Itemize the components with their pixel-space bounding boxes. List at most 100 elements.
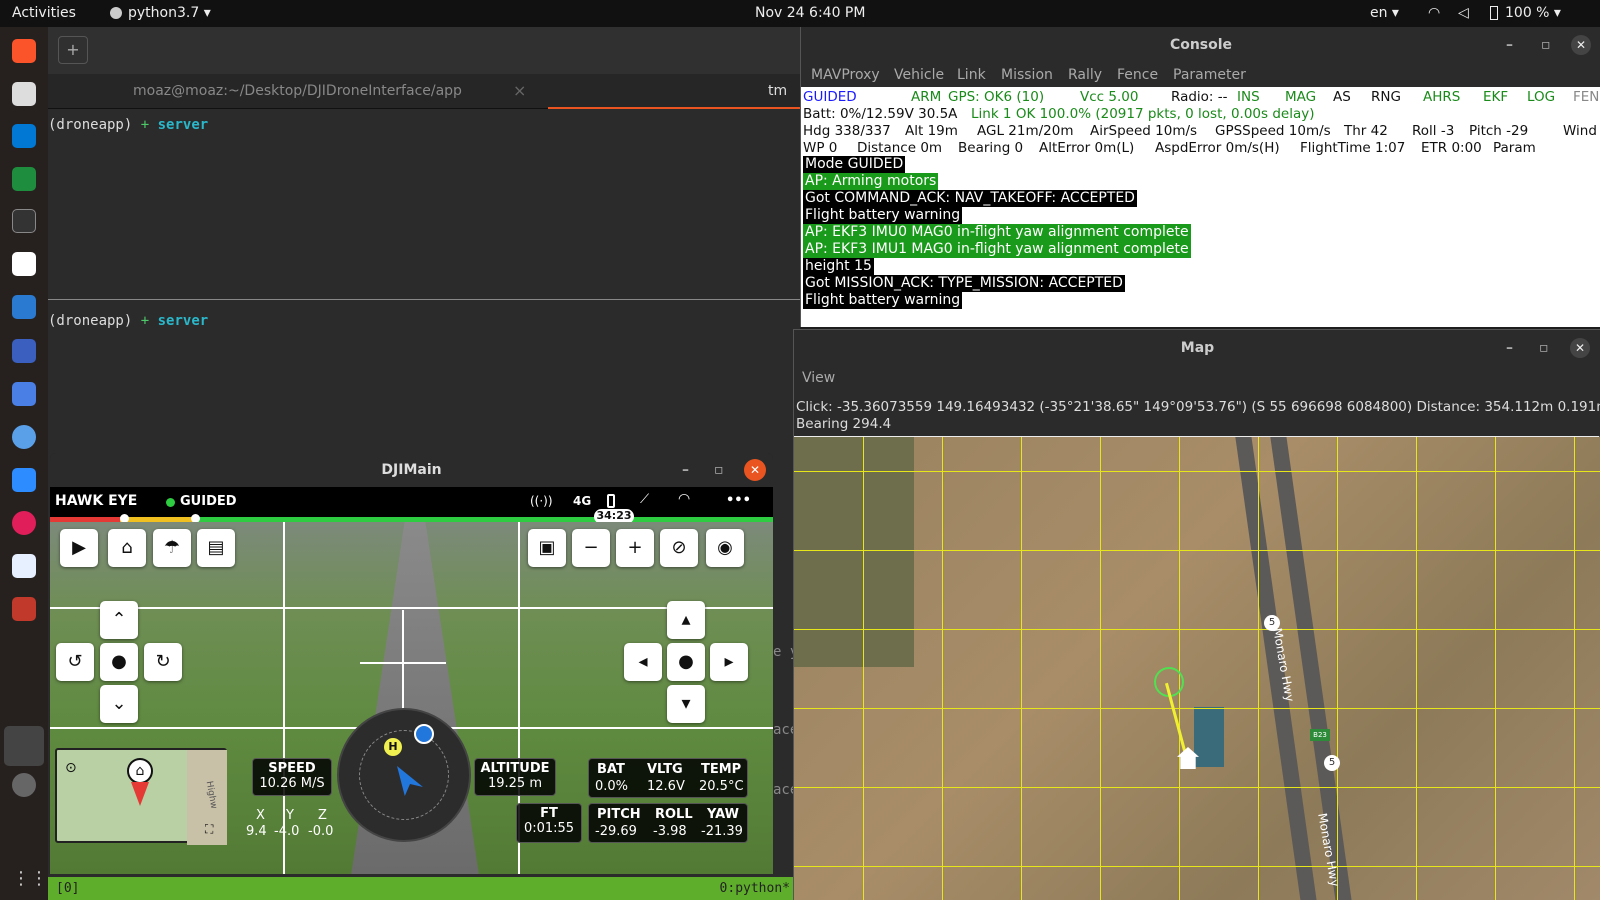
log-line: Got MISSION_ACK: TYPE_MISSION: ACCEPTED [803, 275, 1125, 292]
agl-readout: AGL 21m/20m [977, 123, 1074, 139]
menu-mavproxy[interactable]: MAVProxy [811, 67, 880, 83]
forward-button[interactable]: ▴ [667, 601, 705, 639]
battery-status[interactable]: 100 % ▾ [1505, 5, 1561, 21]
speed-panel: SPEED 10.26 M/S [252, 758, 332, 796]
top-bar: Activities python3.7 ▾ Nov 24 6:40 PM en… [0, 0, 1600, 27]
flight-mode: GUIDED [180, 494, 237, 509]
terminal-icon[interactable] [12, 209, 36, 233]
menu-vehicle[interactable]: Vehicle [894, 67, 944, 83]
log-line: Got COMMAND_ACK: NAV_TAKEOFF: ACCEPTED [803, 190, 1137, 207]
backward-button[interactable]: ▾ [667, 685, 705, 723]
slack-icon[interactable] [12, 511, 36, 535]
xmind-icon[interactable] [12, 597, 36, 621]
crosshair [360, 662, 446, 664]
tmux-status-bar: [0] 0:python* [48, 877, 800, 900]
wifi-icon[interactable]: ◠ [1428, 5, 1440, 21]
screenshot-icon[interactable] [12, 382, 36, 406]
satellite-map[interactable]: Monaro Hwy Monaro Hwy 5 5 B23 [794, 437, 1600, 900]
vscode-icon[interactable] [12, 124, 36, 148]
activities-button[interactable]: Activities [12, 5, 76, 21]
volume-icon[interactable]: ◁ [1458, 5, 1469, 21]
close-icon[interactable]: ✕ [744, 459, 766, 481]
app-grid-icon[interactable]: ⋮⋮ [12, 868, 48, 892]
minimize-icon[interactable]: – [1506, 27, 1513, 63]
close-icon[interactable]: ✕ [1571, 35, 1591, 55]
flight-time-panel: FT 0:01:55 [516, 803, 582, 843]
home-point-icon: H [384, 738, 402, 756]
pitch-value: -29.69 [595, 824, 637, 839]
grid-line [1100, 437, 1101, 900]
rotate-left-button[interactable]: ↺ [56, 643, 94, 681]
close-icon[interactable]: ✕ [1570, 338, 1590, 358]
camera-off-button[interactable]: ⊘ [660, 529, 698, 567]
ins-status: INS [1237, 89, 1260, 105]
files-icon[interactable] [12, 82, 36, 106]
menu-fence[interactable]: Fence [1117, 67, 1158, 83]
tmux-window[interactable]: 0:python* [720, 877, 790, 900]
pane-divider[interactable] [48, 299, 800, 300]
click-coordinates: Click: -35.36073559 149.16493432 (-35°21… [796, 399, 1600, 415]
camera-button[interactable]: ◉ [706, 529, 744, 567]
minimize-icon[interactable]: – [1506, 330, 1513, 366]
mini-map[interactable]: Highw ⊙ ⌂ ⛶ [55, 748, 227, 845]
minimize-icon[interactable]: – [682, 453, 689, 487]
maximize-icon[interactable]: ▫ [714, 453, 724, 487]
mode-indicator-dot [166, 498, 175, 507]
zoom-icon[interactable] [12, 468, 36, 492]
menu-parameter[interactable]: Parameter [1173, 67, 1246, 83]
brave-icon[interactable] [12, 39, 36, 63]
temp-label: TEMP [701, 762, 742, 777]
clock[interactable]: Nov 24 6:40 PM [755, 5, 865, 21]
editor-icon[interactable] [12, 554, 36, 578]
parachute-land-button[interactable]: ☂ [153, 529, 191, 567]
y-value: -4.0 [274, 824, 300, 839]
heading-readout: Hdg 338/337 [803, 123, 891, 139]
app-menu[interactable]: python3.7 ▾ [128, 5, 211, 21]
ascend-button[interactable]: ⌃ [100, 601, 138, 639]
altitude-center-button[interactable]: ● [100, 643, 138, 681]
menu-link[interactable]: Link [957, 67, 986, 83]
terminal-tab-title[interactable]: moaz@moaz:~/Desktop/DJIDroneInterface/ap… [133, 83, 462, 99]
disk-icon[interactable] [12, 773, 36, 797]
signal-strength-icon: ⟋ [640, 492, 650, 507]
ekf-status: EKF [1483, 89, 1509, 105]
terminal-tab-2[interactable]: tm [768, 83, 787, 99]
locate-icon[interactable]: ⊙ [65, 760, 77, 776]
grid-line [1179, 437, 1180, 900]
maximize-icon[interactable]: ▫ [1539, 330, 1549, 366]
maximize-icon[interactable]: ▫ [1541, 27, 1551, 63]
target-icon [414, 724, 434, 744]
monitor-icon[interactable] [12, 295, 36, 319]
grid-line [1495, 437, 1496, 900]
terminal-header: + [48, 27, 800, 74]
menu-rally[interactable]: Rally [1068, 67, 1102, 83]
new-tab-button[interactable]: + [58, 36, 88, 64]
zoom-in-button[interactable]: + [616, 529, 654, 567]
right-button[interactable]: ▸ [710, 643, 748, 681]
menu-mission[interactable]: Mission [1001, 67, 1053, 83]
play-button[interactable]: ▶ [60, 529, 98, 567]
active-app-icon[interactable] [4, 726, 44, 766]
language-selector[interactable]: en ▾ [1370, 5, 1399, 21]
expand-map-icon[interactable]: ⛶ [205, 822, 213, 837]
return-home-button[interactable]: ⌂ [108, 529, 146, 567]
position-center-button[interactable]: ● [667, 643, 705, 681]
menu-view[interactable]: View [802, 370, 835, 386]
map-titlebar: Map – ▫ ✕ [794, 330, 1600, 366]
webcam-icon[interactable] [12, 339, 36, 363]
mission-button[interactable]: ▤ [197, 529, 235, 567]
left-button[interactable]: ◂ [624, 643, 662, 681]
spreadsheet-icon[interactable] [12, 167, 36, 191]
fullscreen-button[interactable]: ▣ [528, 529, 566, 567]
yaw-label: YAW [707, 807, 739, 822]
terminal-line-2: (droneapp) + server [48, 313, 208, 329]
rotate-right-button[interactable]: ↻ [144, 643, 182, 681]
battery-icon [1490, 6, 1498, 20]
r-icon[interactable] [12, 425, 36, 449]
close-tab-icon[interactable]: × [513, 81, 526, 100]
descend-button[interactable]: ⌄ [100, 685, 138, 723]
more-options-button[interactable]: ••• [726, 493, 751, 508]
vim-icon[interactable] [12, 252, 36, 276]
speed-label: SPEED [268, 761, 316, 776]
zoom-out-button[interactable]: − [572, 529, 610, 567]
